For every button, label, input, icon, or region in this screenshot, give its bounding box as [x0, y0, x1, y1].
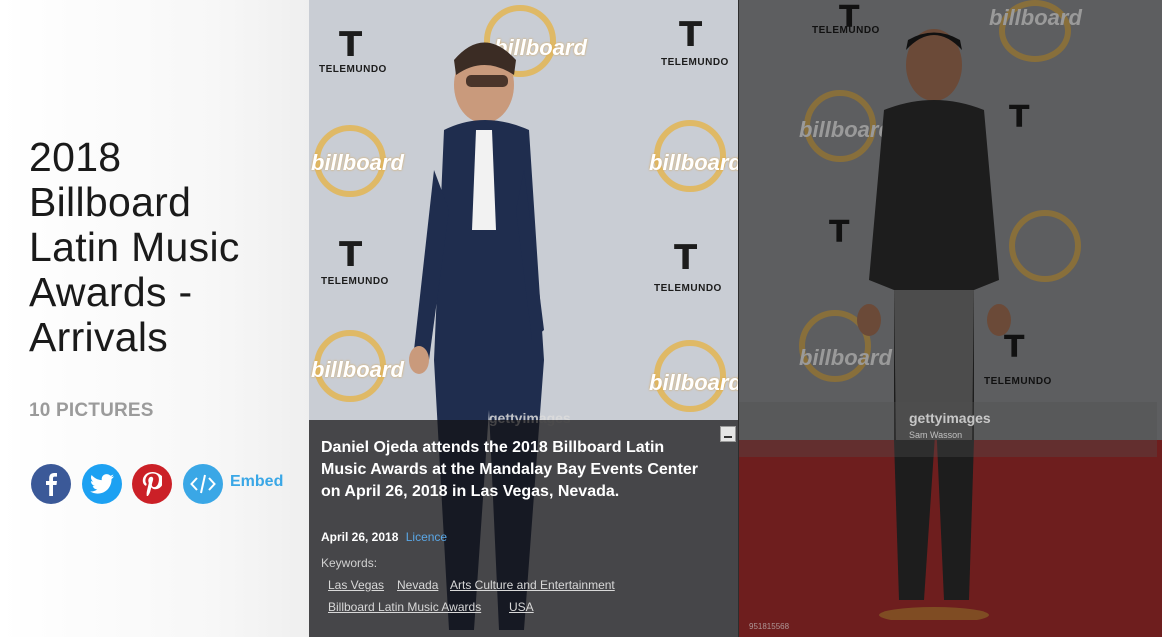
facebook-share-button[interactable] — [31, 464, 71, 504]
sponsor-text: TELEMUNDO — [654, 283, 722, 294]
billboard-mark: billboard — [311, 357, 404, 382]
sponsor-text: TELEMUNDO — [321, 276, 389, 287]
embed-button[interactable] — [183, 464, 223, 504]
keyword-link[interactable]: Billboard Latin Music Awards — [328, 600, 481, 614]
billboard-mark: billboard — [649, 370, 738, 395]
photo-credit: Sam Wasson — [909, 430, 963, 440]
minimize-caption-button[interactable] — [720, 426, 736, 442]
getty-watermark: gettyimages — [909, 410, 991, 426]
twitter-share-button[interactable] — [82, 464, 122, 504]
gallery-photo-2[interactable]: T TELEMUNDO billboard billboard T T bill… — [739, 0, 1162, 637]
photo-caption: Daniel Ojeda attends the 2018 Billboard … — [321, 439, 699, 500]
sponsor-text: TELEMUNDO — [319, 64, 387, 75]
twitter-icon — [90, 474, 114, 494]
keywords-label: Keywords: — [321, 556, 378, 570]
embed-code-icon — [190, 473, 216, 495]
keyword-link[interactable]: USA — [509, 600, 534, 614]
licence-link[interactable]: Licence — [406, 530, 447, 544]
keyword-link[interactable]: Arts Culture and Entertainment — [450, 578, 615, 592]
telemundo-logo: T — [679, 15, 703, 55]
photo-date-line: April 26, 2018 Licence — [321, 530, 447, 544]
gallery-sidebar: 2018 Billboard Latin Music Awards - Arri… — [0, 0, 309, 637]
sponsor-text: TELEMUNDO — [661, 57, 729, 68]
pinterest-icon — [142, 472, 162, 496]
facebook-icon — [44, 472, 58, 496]
gallery-title: 2018 Billboard Latin Music Awards - Arri… — [29, 134, 240, 360]
keyword-link[interactable]: Las Vegas — [328, 578, 384, 592]
pinterest-share-button[interactable] — [132, 464, 172, 504]
billboard-mark: billboard — [311, 150, 404, 175]
embed-label[interactable]: Embed — [230, 473, 283, 491]
person-figure — [857, 29, 1011, 620]
photo-date: April 26, 2018 — [321, 530, 399, 544]
image-id: 951815568 — [749, 622, 790, 631]
keyword-link[interactable]: Nevada — [397, 578, 438, 592]
telemundo-logo: T — [339, 25, 363, 65]
telemundo-logo: T — [339, 235, 363, 275]
picture-count: 10 PICTURES — [29, 400, 154, 421]
telemundo-logo: T — [674, 238, 698, 278]
billboard-mark: billboard — [649, 150, 738, 175]
